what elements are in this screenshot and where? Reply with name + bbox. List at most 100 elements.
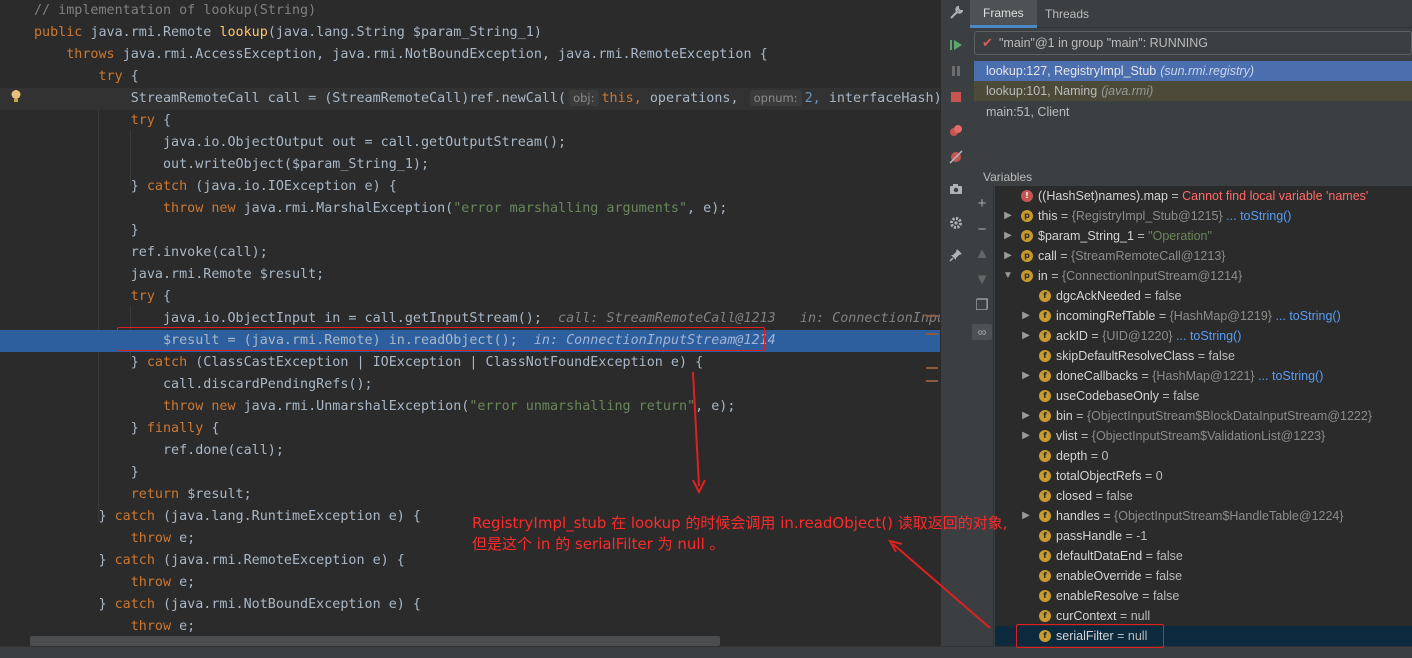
code-line[interactable]: ref.invoke(call); [0,242,940,264]
tab-threads[interactable]: Threads [1032,0,1102,28]
variable-row[interactable]: ▶ f vlist = {ObjectInputStream$ValidationL… [995,426,1412,446]
code-line[interactable]: ref.done(call); [0,440,940,462]
pin-icon[interactable] [947,246,965,264]
expand-right-icon[interactable]: ▶ [1021,426,1031,446]
lightbulb-icon[interactable] [9,89,23,103]
glasses-icon[interactable]: ∞ [972,324,992,340]
variable-row[interactable]: ▶ f handles = {ObjectInputStream$HandleTab… [995,506,1412,526]
variable-text: passHandle = -1 [1056,526,1147,546]
stop-icon[interactable] [947,88,965,106]
expand-right-icon[interactable]: ▶ [1003,226,1013,246]
frame-item[interactable]: main:51, Client [974,102,1412,122]
resume-icon[interactable] [947,36,965,54]
code-line[interactable]: // implementation of lookup(String) [0,0,940,22]
variable-row[interactable]: ▶ f incomingRefTable = {HashMap@1219} ... … [995,306,1412,326]
code-line[interactable]: out.writeObject($param_String_1); [0,154,940,176]
gear-icon[interactable] [947,214,965,232]
code-line[interactable]: throw e; [0,616,940,638]
code-line[interactable]: call.discardPendingRefs(); [0,374,940,396]
code-line[interactable]: } finally { [0,418,940,440]
variable-row[interactable]: f passHandle = -1 [995,526,1412,546]
parameter-icon: p [1021,270,1033,282]
move-up-icon[interactable]: ▲ [974,246,990,262]
code-line[interactable]: public java.rmi.Remote lookup(java.lang.… [0,22,940,44]
thread-selector[interactable]: ✔ "main"@1 in group "main": RUNNING [974,31,1412,55]
code-line[interactable]: throw new java.rmi.MarshalException("err… [0,198,940,220]
code-line[interactable]: } catch (ClassCastException | IOExceptio… [0,352,940,374]
variable-row[interactable]: ▶ f doneCallbacks = {HashMap@1221} ... toS… [995,366,1412,386]
debugger-tabs: Frames Threads [970,0,1412,28]
settings-wrench-icon[interactable] [947,4,965,22]
frame-item[interactable]: lookup:127, RegistryImpl_Stub (sun.rmi.re… [974,61,1412,81]
variable-row[interactable]: ▶ p call = {StreamRemoteCall@1213} [995,246,1412,266]
variable-text: incomingRefTable = {HashMap@1219} ... to… [1056,306,1341,326]
code-line[interactable]: java.rmi.Remote $result; [0,264,940,286]
variable-text: ((HashSet)names).map = Cannot find local… [1038,186,1368,206]
variable-row[interactable]: f skipDefaultResolveClass = false [995,346,1412,366]
code-line[interactable]: try { [0,66,940,88]
expand-right-icon[interactable]: ▶ [1021,366,1031,386]
variable-row[interactable]: f totalObjectRefs = 0 [995,466,1412,486]
frame-item[interactable]: lookup:101, Naming (java.rmi) [974,81,1412,101]
code-line[interactable]: throws java.rmi.AccessException, java.rm… [0,44,940,66]
camera-icon[interactable] [947,180,965,198]
variable-row[interactable]: ▼ p in = {ConnectionInputStream@1214} [995,266,1412,286]
variable-reference: {ObjectInputStream$HandleTable@1224} [1114,509,1344,523]
variable-row[interactable]: ▶ p $param_String_1 = "Operation" [995,226,1412,246]
code-line-current[interactable]: StreamRemoteCall call = (StreamRemoteCal… [0,88,940,110]
variable-name: depth [1056,449,1088,463]
tab-frames[interactable]: Frames [970,0,1037,28]
copy-icon[interactable]: ❐ [974,298,990,314]
code-line[interactable]: } catch (java.io.IOException e) { [0,176,940,198]
code-line[interactable]: try { [0,286,940,308]
code-line[interactable]: throw e; [0,572,940,594]
to-string-link[interactable]: ... toString() [1258,369,1323,383]
variables-tree[interactable]: ! ((HashSet)names).map = Cannot find loca… [995,186,1412,646]
variable-name: totalObjectRefs [1056,469,1142,483]
expand-right-icon[interactable]: ▶ [1021,326,1031,346]
view-breakpoints-icon[interactable] [947,122,965,140]
variable-row[interactable]: f enableResolve = false [995,586,1412,606]
variable-row[interactable]: f enableOverride = false [995,566,1412,586]
variable-row[interactable]: f dgcAckNeeded = false [995,286,1412,306]
variable-row[interactable]: ▶ p this = {RegistryImpl_Stub@1215} ... to… [995,206,1412,226]
expand-right-icon[interactable]: ▶ [1003,246,1013,266]
variable-text: enableOverride = false [1056,566,1182,586]
variable-row[interactable]: f depth = 0 [995,446,1412,466]
variable-row[interactable]: f closed = false [995,486,1412,506]
code-line[interactable]: java.io.ObjectOutput out = call.getOutpu… [0,132,940,154]
pause-icon[interactable] [947,62,965,80]
to-string-link[interactable]: ... toString() [1176,329,1241,343]
move-down-icon[interactable]: ▼ [974,272,990,288]
expand-right-icon[interactable]: ▶ [1003,206,1013,226]
variable-name: enableOverride [1056,569,1142,583]
variable-row[interactable]: f curContext = null [995,606,1412,626]
code-line[interactable]: } catch (java.rmi.NotBoundException e) { [0,594,940,616]
code-line[interactable]: return $result; [0,484,940,506]
to-string-link[interactable]: ... toString() [1226,209,1291,223]
expand-right-icon[interactable]: ▶ [1021,306,1031,326]
variable-row[interactable]: ▶ f ackID = {UID@1220} ... toString() [995,326,1412,346]
variable-row[interactable]: ! ((HashSet)names).map = Cannot find loca… [995,186,1412,206]
horizontal-scrollbar[interactable] [30,636,720,646]
code-line[interactable]: } [0,462,940,484]
variable-row[interactable]: f useCodebaseOnly = false [995,386,1412,406]
variable-value: Cannot find local variable 'names' [1182,189,1369,203]
variable-text: dgcAckNeeded = false [1056,286,1181,306]
frame-method: lookup:127, RegistryImpl_Stub [986,64,1157,78]
variable-row[interactable]: f defaultDataEnd = false [995,546,1412,566]
add-watch-icon[interactable]: + [974,196,990,212]
code-line[interactable]: throw new java.rmi.UnmarshalException("e… [0,396,940,418]
code-line[interactable]: } [0,220,940,242]
code-line[interactable]: try { [0,110,940,132]
to-string-link[interactable]: ... toString() [1275,309,1340,323]
variable-equals: = [1138,369,1153,383]
variable-equals: = [1133,229,1149,243]
code-comment: // implementation of lookup(String) [34,3,317,18]
expand-right-icon[interactable]: ▶ [1021,406,1031,426]
variable-row[interactable]: ▶ f bin = {ObjectInputStream$BlockDataInpu… [995,406,1412,426]
remove-watch-icon[interactable]: − [974,222,990,238]
mute-breakpoints-icon[interactable] [947,148,965,166]
expand-down-icon[interactable]: ▼ [1003,266,1013,286]
highlight-box-serialfilter [1016,624,1164,648]
